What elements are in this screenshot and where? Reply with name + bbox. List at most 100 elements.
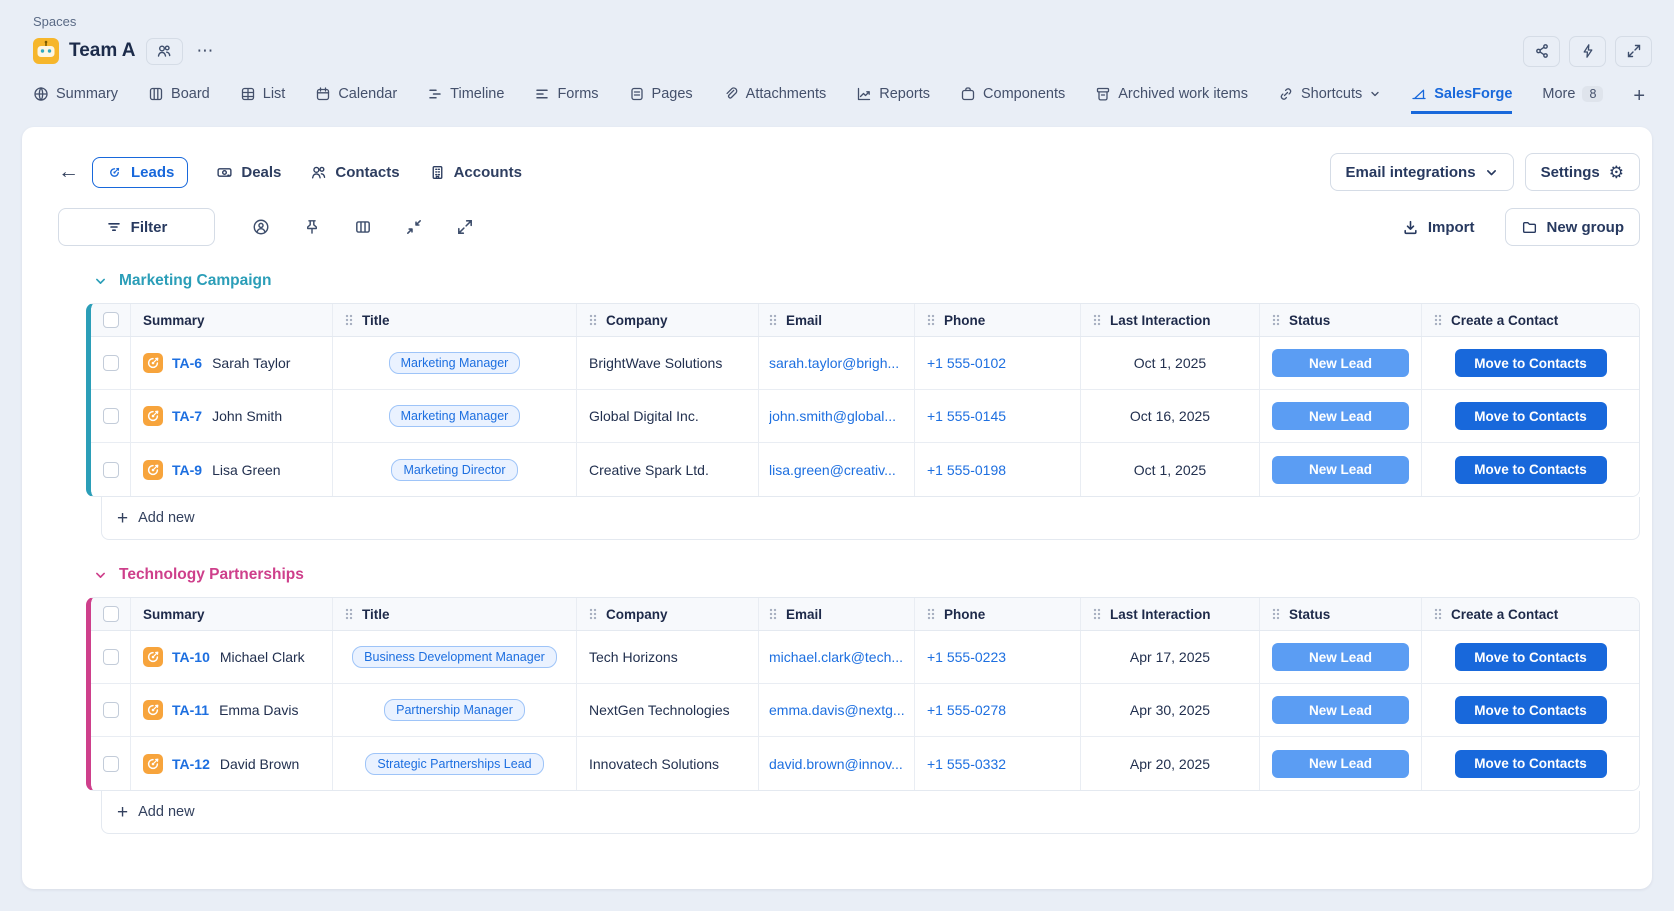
last-interaction-cell[interactable]: Oct 1, 2025 <box>1134 355 1206 371</box>
phone-link[interactable]: +1 555-0332 <box>927 756 1006 772</box>
job-title-badge[interactable]: Marketing Director <box>391 459 517 481</box>
drag-handle-icon[interactable] <box>1093 608 1101 620</box>
move-to-contacts-button[interactable]: Move to Contacts <box>1455 643 1607 671</box>
work-item-id[interactable]: TA-9 <box>172 462 202 478</box>
drag-handle-icon[interactable] <box>1272 314 1280 326</box>
tab-list[interactable]: List <box>240 77 286 114</box>
back-button[interactable]: ← <box>58 160 88 184</box>
lead-name[interactable]: Lisa Green <box>212 462 280 478</box>
status-button[interactable]: New Lead <box>1272 750 1409 778</box>
status-button[interactable]: New Lead <box>1272 349 1409 377</box>
drag-handle-icon[interactable] <box>927 608 935 620</box>
view-tab-leads[interactable]: Leads <box>92 157 188 188</box>
company-cell[interactable]: Innovatech Solutions <box>589 756 719 772</box>
row-checkbox[interactable] <box>103 649 119 665</box>
lead-name[interactable]: Sarah Taylor <box>212 355 290 371</box>
work-item-id[interactable]: TA-12 <box>172 756 210 772</box>
fullscreen-button[interactable] <box>1615 36 1652 67</box>
lead-name[interactable]: David Brown <box>220 756 299 772</box>
tab-archived-work-items[interactable]: Archived work items <box>1095 77 1248 114</box>
move-to-contacts-button[interactable]: Move to Contacts <box>1455 456 1607 484</box>
last-interaction-cell[interactable]: Oct 16, 2025 <box>1130 408 1210 424</box>
drag-handle-icon[interactable] <box>345 314 353 326</box>
email-link[interactable]: david.brown@innov... <box>769 756 903 772</box>
row-checkbox[interactable] <box>103 702 119 718</box>
row-checkbox[interactable] <box>103 408 119 424</box>
company-cell[interactable]: NextGen Technologies <box>589 702 730 718</box>
lead-name[interactable]: Emma Davis <box>219 702 298 718</box>
email-link[interactable]: lisa.green@creativ... <box>769 462 896 478</box>
last-interaction-cell[interactable]: Apr 20, 2025 <box>1130 756 1210 772</box>
tab-pages[interactable]: Pages <box>629 77 693 114</box>
share-button[interactable] <box>1523 36 1560 67</box>
phone-link[interactable]: +1 555-0145 <box>927 408 1006 424</box>
phone-link[interactable]: +1 555-0198 <box>927 462 1006 478</box>
drag-handle-icon[interactable] <box>927 314 935 326</box>
drag-handle-icon[interactable] <box>769 608 777 620</box>
tab-timeline[interactable]: Timeline <box>427 77 504 114</box>
last-interaction-cell[interactable]: Apr 30, 2025 <box>1130 702 1210 718</box>
filter-button[interactable]: Filter <box>58 208 215 246</box>
drag-handle-icon[interactable] <box>1434 314 1442 326</box>
move-to-contacts-button[interactable]: Move to Contacts <box>1455 402 1607 430</box>
drag-handle-icon[interactable] <box>589 608 597 620</box>
members-button[interactable] <box>146 38 183 65</box>
more-options-button[interactable]: ⋯ <box>193 41 219 61</box>
job-title-badge[interactable]: Marketing Manager <box>389 352 521 374</box>
status-button[interactable]: New Lead <box>1272 643 1409 671</box>
collapse-button[interactable] <box>405 218 423 236</box>
job-title-badge[interactable]: Partnership Manager <box>384 699 525 721</box>
view-tab-deals[interactable]: Deals <box>215 157 282 188</box>
lead-name[interactable]: John Smith <box>212 408 282 424</box>
assignee-display-button[interactable] <box>252 218 270 236</box>
expand-button[interactable] <box>456 218 474 236</box>
add-new-row-button[interactable]: + Add new <box>101 497 1640 540</box>
move-to-contacts-button[interactable]: Move to Contacts <box>1455 696 1607 724</box>
tab-reports[interactable]: Reports <box>856 77 930 114</box>
add-new-row-button[interactable]: + Add new <box>101 791 1640 834</box>
company-cell[interactable]: Creative Spark Ltd. <box>589 462 709 478</box>
row-checkbox[interactable] <box>103 756 119 772</box>
select-all-checkbox[interactable] <box>103 312 119 328</box>
drag-handle-icon[interactable] <box>1434 608 1442 620</box>
work-item-id[interactable]: TA-6 <box>172 355 202 371</box>
tab-shortcuts[interactable]: Shortcuts <box>1278 77 1381 114</box>
tab-calendar[interactable]: Calendar <box>315 77 397 114</box>
pin-button[interactable] <box>303 218 321 236</box>
automation-button[interactable] <box>1569 36 1606 67</box>
tab-board[interactable]: Board <box>148 77 210 114</box>
job-title-badge[interactable]: Business Development Manager <box>352 646 557 668</box>
job-title-badge[interactable]: Strategic Partnerships Lead <box>365 753 543 775</box>
view-tab-accounts[interactable]: Accounts <box>428 157 523 188</box>
select-all-checkbox[interactable] <box>103 606 119 622</box>
phone-link[interactable]: +1 555-0223 <box>927 649 1006 665</box>
work-item-id[interactable]: TA-11 <box>172 702 209 718</box>
tab-summary[interactable]: Summary <box>33 77 118 114</box>
drag-handle-icon[interactable] <box>345 608 353 620</box>
phone-link[interactable]: +1 555-0278 <box>927 702 1006 718</box>
email-link[interactable]: sarah.taylor@brigh... <box>769 355 899 371</box>
drag-handle-icon[interactable] <box>1093 314 1101 326</box>
phone-link[interactable]: +1 555-0102 <box>927 355 1006 371</box>
new-group-button[interactable]: New group <box>1505 208 1641 246</box>
work-item-id[interactable]: TA-10 <box>172 649 210 665</box>
drag-handle-icon[interactable] <box>1272 608 1280 620</box>
last-interaction-cell[interactable]: Oct 1, 2025 <box>1134 462 1206 478</box>
import-button[interactable]: Import <box>1396 218 1481 237</box>
company-cell[interactable]: Tech Horizons <box>589 649 678 665</box>
view-tab-contacts[interactable]: Contacts <box>309 157 400 188</box>
breadcrumb[interactable]: Spaces <box>33 14 1652 29</box>
columns-button[interactable] <box>354 218 372 236</box>
row-checkbox[interactable] <box>103 355 119 371</box>
work-item-id[interactable]: TA-7 <box>172 408 202 424</box>
job-title-badge[interactable]: Marketing Manager <box>389 405 521 427</box>
email-link[interactable]: emma.davis@nextg... <box>769 702 904 718</box>
settings-button[interactable]: Settings ⚙ <box>1525 153 1640 191</box>
last-interaction-cell[interactable]: Apr 17, 2025 <box>1130 649 1210 665</box>
group-header[interactable]: Marketing Campaign <box>94 272 1640 290</box>
status-button[interactable]: New Lead <box>1272 402 1409 430</box>
tab-more[interactable]: More 8 <box>1542 77 1603 114</box>
move-to-contacts-button[interactable]: Move to Contacts <box>1455 750 1607 778</box>
row-checkbox[interactable] <box>103 462 119 478</box>
drag-handle-icon[interactable] <box>589 314 597 326</box>
